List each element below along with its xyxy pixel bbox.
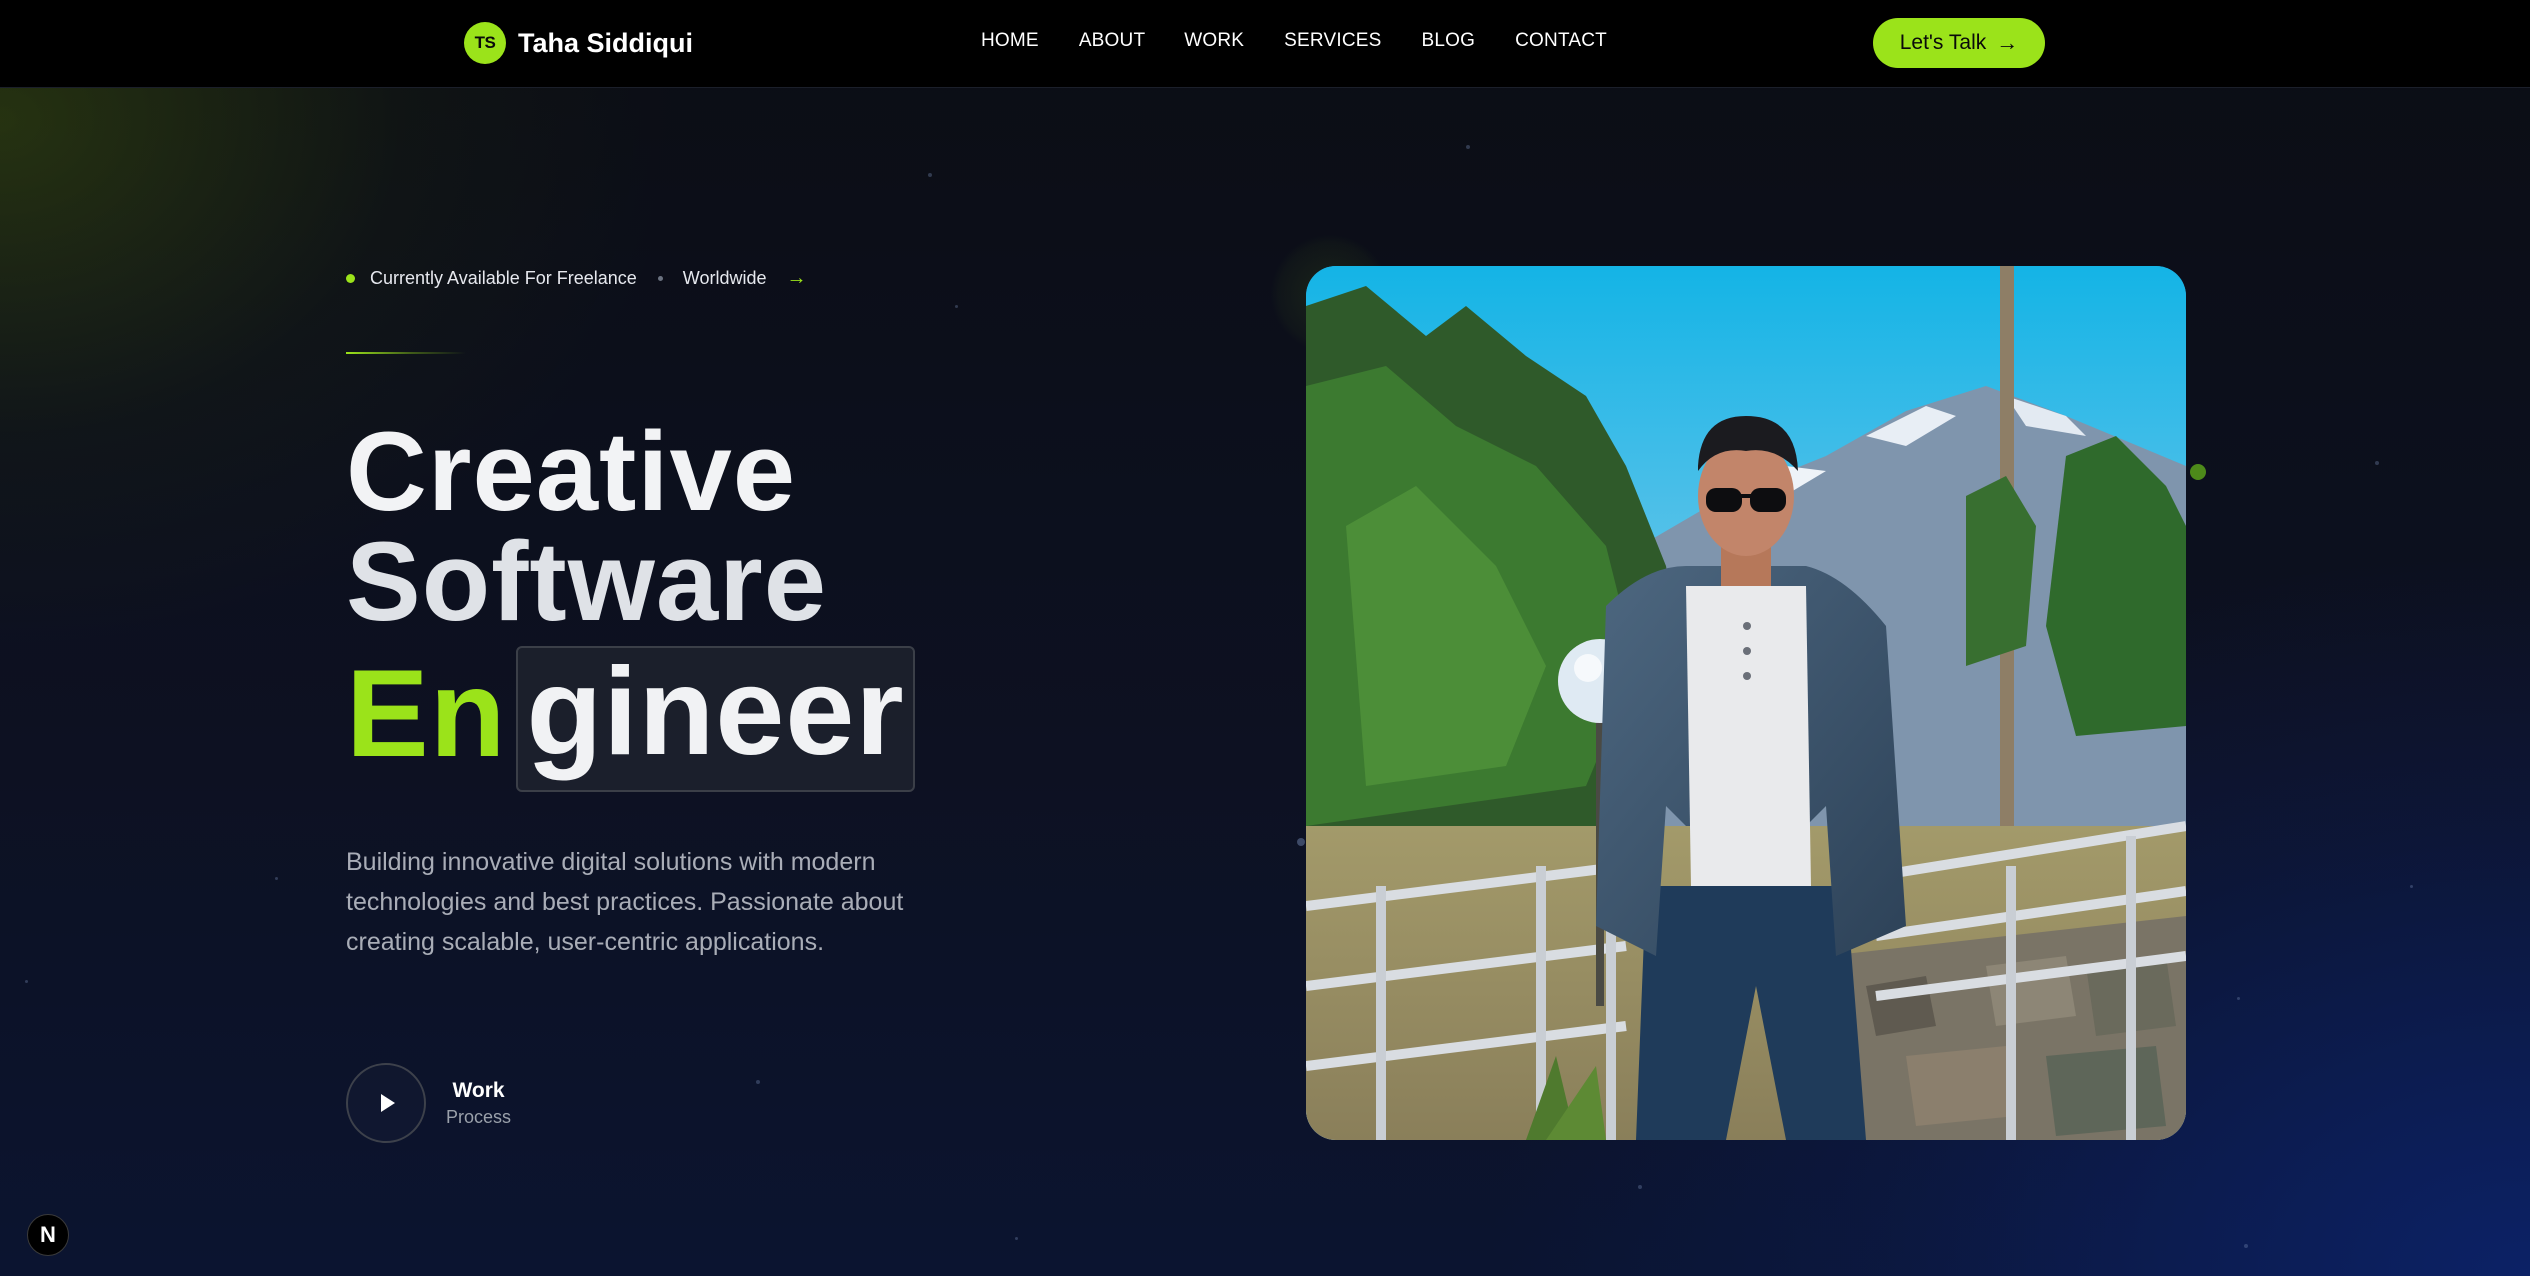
- headline-line-3: En gineer: [346, 645, 915, 792]
- separator-dot-icon: [657, 275, 663, 281]
- background-dot: [1015, 1237, 1018, 1240]
- background-dot: [275, 877, 278, 880]
- availability-status: Currently Available For Freelance: [370, 267, 637, 288]
- profile-photo: [1306, 266, 2186, 1140]
- nav-link-blog[interactable]: BLOG: [1422, 30, 1476, 52]
- lets-talk-label: Let's Talk: [1899, 31, 1987, 54]
- headline-highlight: En: [346, 645, 507, 783]
- arrow-right-icon: →: [1996, 30, 2019, 55]
- nextjs-dev-badge[interactable]: N: [27, 1214, 69, 1256]
- availability-location: Worldwide: [682, 267, 767, 288]
- play-title: Work: [452, 1078, 505, 1102]
- background-dot: [1297, 838, 1305, 846]
- nav-link-about[interactable]: ABOUT: [1079, 30, 1145, 52]
- nav-link-home[interactable]: HOME: [981, 30, 1039, 52]
- background-dot: [1638, 1185, 1642, 1189]
- nav-link-contact[interactable]: CONTACT: [1515, 30, 1607, 52]
- lets-talk-button[interactable]: Let's Talk →: [1873, 18, 2045, 68]
- accent-divider: [346, 352, 466, 354]
- background-dot: [1466, 145, 1470, 149]
- hero-description: Building innovative digital solutions wi…: [346, 848, 904, 956]
- headline-line-1: Creative: [346, 409, 797, 534]
- background-dot: [756, 1080, 760, 1084]
- nav-link-services[interactable]: SERVICES: [1284, 30, 1381, 52]
- play-icon: [381, 1094, 395, 1112]
- status-dot-icon: [346, 273, 355, 283]
- background-dot: [2375, 461, 2379, 465]
- headline-line-2: Software: [346, 519, 827, 644]
- background-dot: [928, 173, 932, 177]
- logo-badge: TS: [464, 22, 506, 64]
- availability-bar: Currently Available For Freelance Worldw…: [346, 266, 807, 290]
- arrow-right-icon[interactable]: →: [787, 267, 807, 290]
- play-button[interactable]: [346, 1063, 426, 1143]
- decorative-dot: [2190, 464, 2206, 480]
- brand-name: Taha Siddiqui: [518, 27, 693, 58]
- play-subtitle: Process: [446, 1106, 512, 1127]
- headline-typing-box: gineer: [516, 646, 915, 792]
- background-dot: [2244, 1244, 2248, 1248]
- background-dot: [2410, 885, 2413, 888]
- brand-logo[interactable]: TS Taha Siddiqui: [464, 22, 693, 64]
- background-dot: [955, 305, 958, 308]
- main-nav: HOME ABOUT WORK SERVICES BLOG CONTACT: [981, 30, 1607, 52]
- nav-link-work[interactable]: WORK: [1184, 30, 1244, 52]
- portrait-photo: [1306, 266, 2186, 1140]
- background-dot: [25, 980, 28, 983]
- navbar: TS Taha Siddiqui HOME ABOUT WORK SERVICE…: [0, 0, 2530, 88]
- work-process-block: Work Process: [346, 1063, 511, 1143]
- background-dot: [2237, 997, 2240, 1000]
- play-text: Work Process: [446, 1079, 511, 1128]
